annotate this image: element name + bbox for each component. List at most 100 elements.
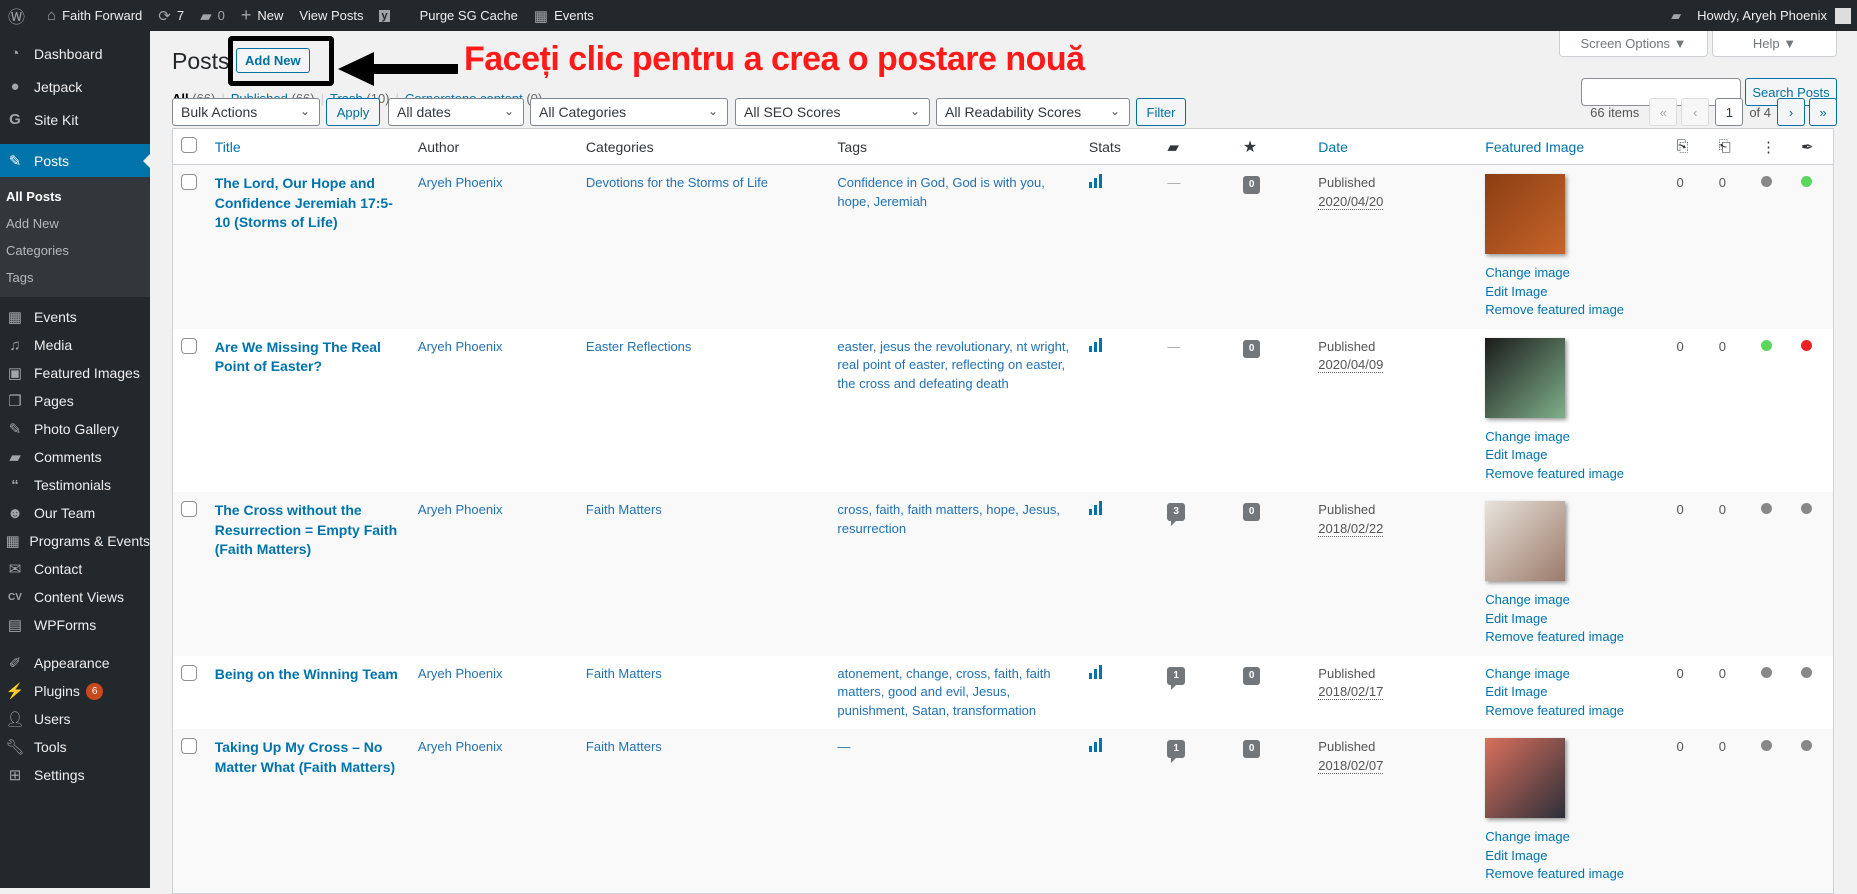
sidebar-item-wpforms[interactable]: ▤ WPForms [0, 611, 150, 639]
select-all-checkbox[interactable] [181, 137, 197, 153]
tags-links[interactable]: cross, faith, faith matters, hope, Jesus… [837, 502, 1060, 536]
edit-image-link[interactable]: Edit Image [1485, 283, 1660, 302]
category-link[interactable]: Faith Matters [586, 666, 662, 681]
prev-page-button[interactable]: ‹ [1681, 98, 1710, 126]
wp-logo-menu[interactable]: Ⓦ [0, 0, 39, 31]
updates-link[interactable]: ⟳ 7 [150, 0, 192, 31]
last-page-button[interactable]: » [1809, 98, 1837, 126]
sidebar-item-our-team[interactable]: ☻ Our Team [0, 499, 150, 527]
sidebar-item-tools[interactable]: 🔧︎ Tools [0, 733, 150, 761]
comment-count-bubble[interactable]: 1 [1167, 740, 1185, 763]
sidebar-item-events[interactable]: ▦ Events [0, 303, 150, 331]
category-link[interactable]: Faith Matters [586, 502, 662, 517]
sidebar-item-featured-images[interactable]: ▣ Featured Images [0, 359, 150, 387]
account-greeting[interactable]: Howdy, Aryeh Phoenix [1697, 8, 1827, 23]
submenu-categories[interactable]: Categories [0, 237, 150, 264]
row-checkbox[interactable] [181, 337, 197, 354]
edit-image-link[interactable]: Edit Image [1485, 446, 1660, 465]
submenu-add-new[interactable]: Add New [0, 210, 150, 237]
post-title-link[interactable]: Taking Up My Cross – No Matter What (Fai… [215, 739, 395, 775]
remove-featured-image-link[interactable]: Remove featured image [1485, 301, 1660, 320]
readability-score-icon[interactable]: ✒ [1801, 139, 1814, 156]
author-link[interactable]: Aryeh Phoenix [418, 666, 503, 681]
sidebar-item-appearance[interactable]: ✐ Appearance [0, 649, 150, 677]
sidebar-item-posts[interactable]: ✎ Posts [0, 144, 150, 177]
edit-image-link[interactable]: Edit Image [1485, 847, 1660, 866]
sidebar-item-media[interactable]: ♫ Media [0, 331, 150, 359]
first-page-button[interactable]: « [1649, 98, 1678, 126]
notification-icon[interactable]: ▰ [1671, 8, 1681, 24]
post-title-link[interactable]: The Cross without the Resurrection = Emp… [215, 502, 397, 557]
events-link[interactable]: ▦ Events [526, 0, 602, 31]
site-name-link[interactable]: ⌂ Faith Forward [39, 0, 150, 31]
edit-image-link[interactable]: Edit Image [1485, 610, 1660, 629]
sidebar-item-content-views[interactable]: CV Content Views [0, 583, 150, 611]
featured-image-thumbnail[interactable] [1485, 337, 1566, 418]
comment-count-bubble[interactable]: — [1167, 339, 1180, 354]
sidebar-item-photo-gallery[interactable]: ✎ Photo Gallery [0, 415, 150, 443]
remove-featured-image-link[interactable]: Remove featured image [1485, 628, 1660, 647]
category-link[interactable]: Faith Matters [586, 739, 662, 754]
sidebar-item-site-kit[interactable]: G Site Kit [0, 103, 150, 136]
author-link[interactable]: Aryeh Phoenix [418, 175, 503, 190]
featured-image-thumbnail[interactable] [1485, 738, 1566, 818]
sidebar-item-pages[interactable]: ❐ Pages [0, 387, 150, 415]
author-link[interactable]: Aryeh Phoenix [418, 739, 503, 754]
change-image-link[interactable]: Change image [1485, 828, 1660, 847]
category-link[interactable]: Devotions for the Storms of Life [586, 175, 768, 190]
seo-score-icon[interactable]: ⋮ [1761, 139, 1776, 156]
column-title[interactable]: Title [215, 139, 241, 155]
change-image-link[interactable]: Change image [1485, 264, 1660, 283]
change-image-link[interactable]: Change image [1485, 591, 1660, 610]
sidebar-item-plugins[interactable]: ⚡ Plugins 6 [0, 677, 150, 705]
author-link[interactable]: Aryeh Phoenix [418, 502, 503, 517]
featured-image-thumbnail[interactable] [1485, 501, 1566, 581]
sidebar-item-jetpack[interactable]: ● Jetpack [0, 70, 150, 103]
readability-filter-select[interactable]: All Readability Scores ⌄ [936, 98, 1130, 126]
change-image-link[interactable]: Change image [1485, 665, 1660, 684]
incoming-links-icon[interactable]: ⎗ [1719, 138, 1731, 155]
sidebar-item-users[interactable]: 👤︎ Users [0, 705, 150, 733]
post-title-link[interactable]: Are We Missing The Real Point of Easter? [215, 339, 381, 375]
category-link[interactable]: Easter Reflections [586, 339, 692, 354]
row-checkbox[interactable] [181, 738, 197, 754]
row-checkbox[interactable] [181, 664, 197, 681]
comment-count-bubble[interactable]: — [1167, 175, 1180, 190]
avatar[interactable] [1835, 7, 1851, 24]
comment-count-bubble[interactable]: 1 [1167, 666, 1185, 690]
stats-chart-icon[interactable] [1088, 337, 1102, 352]
next-page-button[interactable]: › [1777, 98, 1805, 126]
view-posts-link[interactable]: View Posts [291, 0, 371, 31]
screen-options-button[interactable]: Screen Options ▼ [1559, 31, 1708, 57]
seo-scores-filter-select[interactable]: All SEO Scores ⌄ [735, 98, 930, 126]
help-button[interactable]: Help ▼ [1712, 31, 1837, 57]
comment-count-bubble[interactable]: 3 [1167, 503, 1185, 526]
featured-image-thumbnail[interactable] [1485, 174, 1566, 254]
comments-link[interactable]: ▰ 0 [192, 0, 233, 31]
column-featured-image[interactable]: Featured Image [1485, 139, 1584, 155]
post-title-link[interactable]: The Lord, Our Hope and Confidence Jeremi… [215, 175, 393, 230]
stats-chart-icon[interactable] [1088, 501, 1102, 515]
yoast-menu[interactable]: y [371, 0, 403, 31]
tags-links[interactable]: easter, jesus the revolutionary, nt wrig… [837, 339, 1069, 391]
sidebar-item-programs-events[interactable]: ▦ Programs & Events [0, 527, 150, 555]
stats-chart-icon[interactable] [1088, 174, 1102, 188]
sidebar-item-comments[interactable]: ▰ Comments [0, 443, 150, 471]
tags-links[interactable]: atonement, change, cross, faith, faith m… [837, 666, 1050, 718]
row-checkbox[interactable] [181, 174, 197, 190]
tags-links[interactable]: — [837, 739, 850, 754]
apply-button[interactable]: Apply [326, 98, 380, 126]
new-content-menu[interactable]: + New [233, 0, 292, 31]
remove-featured-image-link[interactable]: Remove featured image [1485, 865, 1660, 884]
filter-button[interactable]: Filter [1136, 98, 1186, 126]
row-checkbox[interactable] [181, 501, 197, 517]
comments-column-icon[interactable]: ▰ [1167, 139, 1179, 156]
sidebar-item-dashboard[interactable]: ◔ Dashboard [0, 37, 150, 70]
sidebar-item-settings[interactable]: ⊞ Settings [0, 761, 150, 789]
dates-filter-select[interactable]: All dates ⌄ [388, 98, 524, 126]
remove-featured-image-link[interactable]: Remove featured image [1485, 465, 1660, 484]
author-link[interactable]: Aryeh Phoenix [418, 339, 503, 354]
stats-chart-icon[interactable] [1088, 738, 1102, 752]
sidebar-item-contact[interactable]: ✉ Contact [0, 555, 150, 583]
change-image-link[interactable]: Change image [1485, 428, 1660, 447]
